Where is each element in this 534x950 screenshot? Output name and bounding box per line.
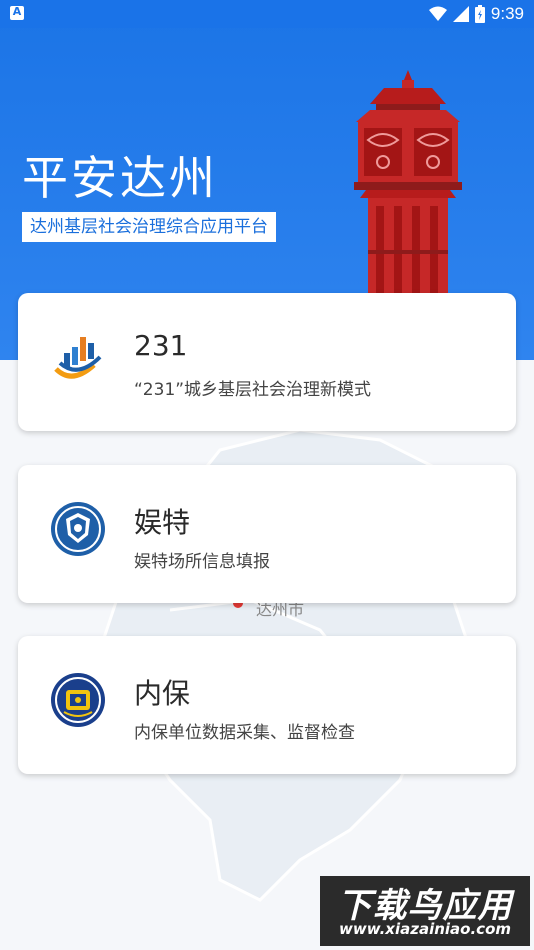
card-internal-security[interactable]: 内保 内保单位数据采集、监督检查 <box>18 636 516 774</box>
wifi-icon <box>428 6 447 21</box>
card-entertainment[interactable]: 娱特 娱特场所信息填报 <box>18 465 516 603</box>
watermark-url: www.xiazainiao.com <box>338 920 512 938</box>
status-time: 9:39 <box>490 4 524 23</box>
card-description: 内保单位数据采集、监督检查 <box>134 723 355 743</box>
status-bar: A 9:39 <box>0 0 534 28</box>
card-title: 娱特 <box>134 506 191 539</box>
card-title: 内保 <box>134 677 191 710</box>
police-badge-icon <box>51 502 105 556</box>
card-231[interactable]: 231 “231”城乡基层社会治理新模式 <box>18 293 516 431</box>
card-description: “231”城乡基层社会治理新模式 <box>134 380 372 400</box>
police-emblem-icon <box>51 673 105 727</box>
card-title: 231 <box>134 329 188 362</box>
signal-icon <box>452 6 469 22</box>
watermark-logo: 下载鸟应用 www.xiazainiao.com <box>320 876 530 946</box>
notification-letter: A <box>12 5 22 18</box>
bar-chart-logo-icon <box>54 337 102 379</box>
battery-icon <box>474 5 485 23</box>
app-title: 平安达州 <box>22 151 218 205</box>
card-description: 娱特场所信息填报 <box>134 552 270 572</box>
app-subtitle: 达州基层社会治理综合应用平台 <box>22 212 276 242</box>
